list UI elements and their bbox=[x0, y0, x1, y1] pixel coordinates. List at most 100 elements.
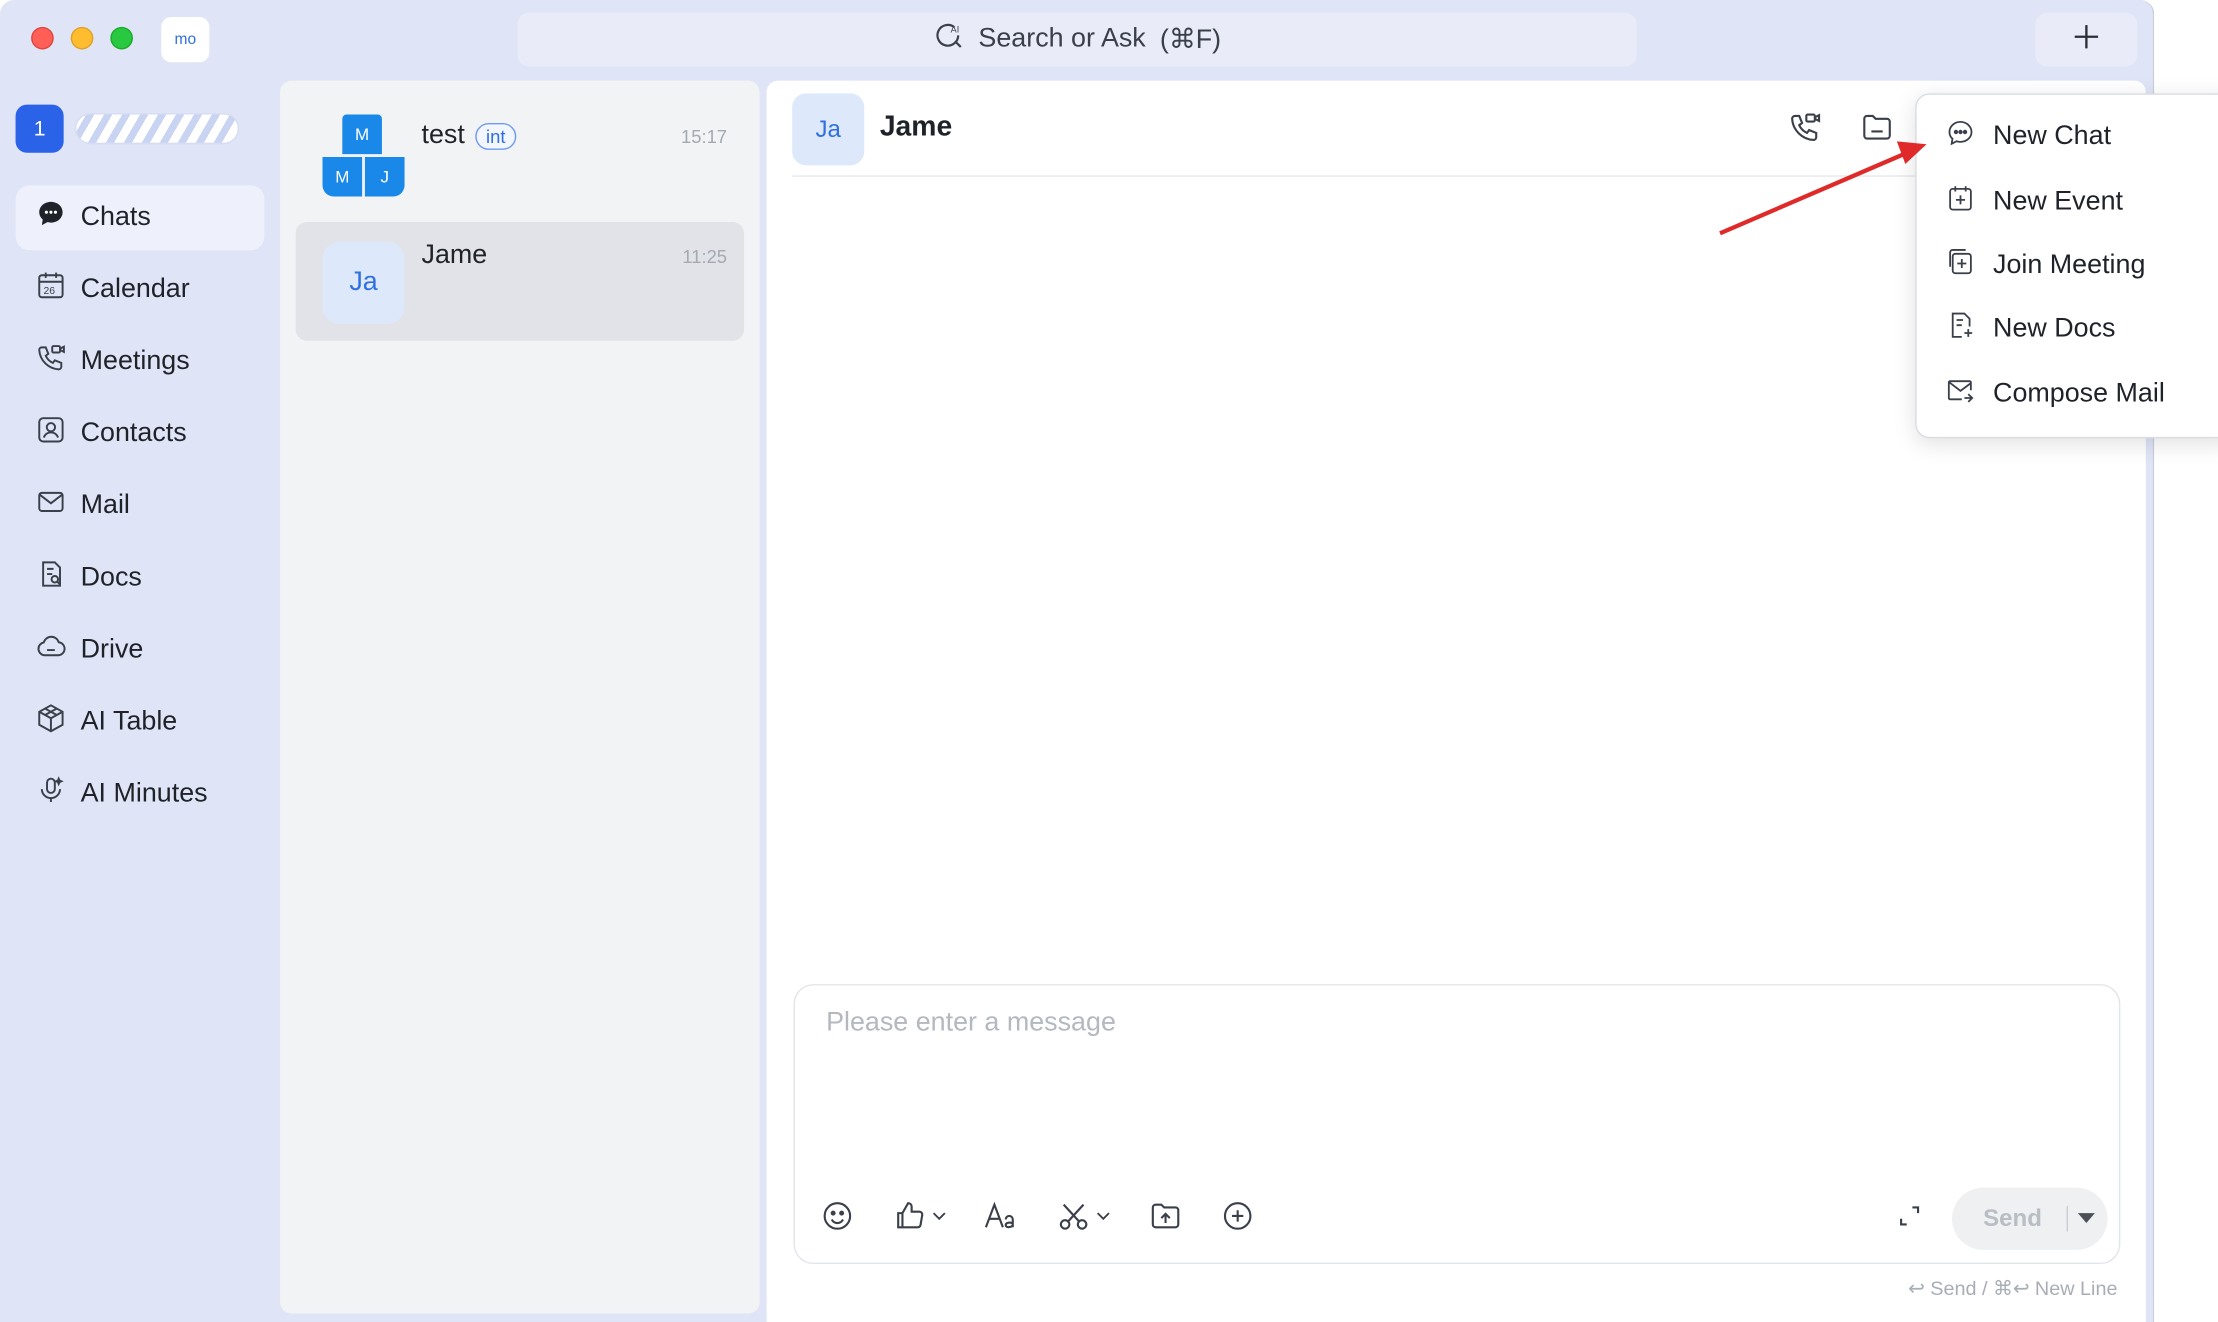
scissors-icon bbox=[1057, 1198, 1091, 1239]
create-new-button[interactable] bbox=[2035, 12, 2138, 67]
conversation-title[interactable]: Jame bbox=[880, 112, 952, 145]
chat-list-item-test[interactable]: M M J test int 15:17 bbox=[296, 106, 744, 225]
send-divider bbox=[2066, 1206, 2068, 1232]
docs-icon bbox=[35, 558, 66, 598]
message-input[interactable] bbox=[826, 1008, 2071, 1093]
folder-icon bbox=[1860, 110, 1894, 151]
chat-list-panel: M M J test int 15:17 Ja Jame 11:25 bbox=[280, 80, 760, 1314]
minimize-window-button[interactable] bbox=[70, 26, 94, 50]
drive-icon bbox=[35, 631, 66, 671]
menu-item-join-meeting[interactable]: Join Meeting bbox=[1917, 238, 2218, 295]
emoji-icon bbox=[820, 1198, 854, 1239]
calendar-icon: 26 bbox=[35, 270, 66, 310]
sidebar-item-label: Contacts bbox=[80, 418, 187, 449]
mail-icon bbox=[35, 486, 66, 526]
chat-name: Jame bbox=[422, 240, 488, 271]
plus-icon bbox=[2071, 21, 2102, 59]
send-button[interactable]: Send bbox=[1952, 1187, 2108, 1250]
sidebar-item-label: Chats bbox=[80, 202, 151, 232]
new-event-icon bbox=[1945, 182, 1976, 222]
keyboard-hint: ↩ Send / ⌘↩ New Line bbox=[1908, 1276, 2118, 1300]
group-avatar-cell: M bbox=[342, 114, 382, 155]
meetings-icon bbox=[35, 342, 66, 382]
reaction-button[interactable] bbox=[893, 1198, 948, 1240]
sidebar-item-label: Calendar bbox=[80, 274, 190, 304]
send-label: Send bbox=[1983, 1204, 2042, 1232]
chat-name: test int bbox=[422, 120, 517, 151]
sidebar-item-chats[interactable]: Chats bbox=[15, 185, 265, 251]
expand-composer-button[interactable] bbox=[1893, 1198, 1927, 1240]
ai-table-icon bbox=[35, 703, 66, 743]
redacted-user-name bbox=[74, 113, 240, 145]
files-button[interactable] bbox=[1857, 110, 1897, 150]
call-button[interactable] bbox=[1785, 110, 1825, 150]
sidebar-nav: Chats 26 Calendar Meetings Contacts Mail… bbox=[15, 185, 265, 834]
plus-circle-icon bbox=[1221, 1198, 1255, 1239]
text-format-icon bbox=[983, 1198, 1017, 1239]
more-actions-button[interactable] bbox=[1221, 1198, 1255, 1240]
ai-minutes-icon bbox=[35, 775, 66, 815]
user-profile[interactable]: 1 bbox=[15, 104, 240, 153]
app-window: mo AI Search or Ask (⌘F) 1 Chats 26 Cale… bbox=[0, 0, 2155, 1322]
new-docs-icon bbox=[1945, 310, 1976, 350]
sidebar-item-label: Drive bbox=[80, 634, 144, 665]
sidebar-item-label: AI Table bbox=[80, 706, 178, 737]
search-shortcut: (⌘F) bbox=[1159, 24, 1222, 55]
sidebar-item-contacts[interactable]: Contacts bbox=[16, 402, 265, 467]
search-bar[interactable]: AI Search or Ask (⌘F) bbox=[517, 12, 1637, 67]
join-meeting-icon bbox=[1945, 246, 1976, 286]
screenshot-button[interactable] bbox=[1057, 1198, 1112, 1240]
user-avatar[interactable]: 1 bbox=[15, 104, 64, 153]
menu-item-label: New Docs bbox=[1993, 313, 2116, 344]
chevron-down-icon bbox=[931, 1206, 948, 1231]
menu-item-label: New Event bbox=[1993, 186, 2123, 217]
menu-item-label: Join Meeting bbox=[1993, 250, 2146, 280]
chat-bubble-icon bbox=[35, 198, 66, 238]
sidebar-item-label: AI Minutes bbox=[80, 779, 208, 809]
sidebar-item-calendar[interactable]: 26 Calendar bbox=[16, 257, 265, 322]
chevron-down-icon bbox=[1095, 1206, 1112, 1231]
sidebar-item-label: Mail bbox=[80, 490, 130, 521]
sidebar-item-ai-minutes[interactable]: AI Minutes bbox=[16, 762, 265, 827]
phone-call-icon bbox=[1788, 110, 1822, 151]
menu-item-new-chat[interactable]: New Chat bbox=[1917, 109, 2218, 166]
compose-mail-icon bbox=[1945, 375, 1976, 415]
sidebar-item-ai-table[interactable]: AI Table bbox=[16, 690, 265, 755]
message-composer: Send bbox=[793, 984, 2121, 1265]
chat-time: 15:17 bbox=[681, 125, 728, 148]
internal-tag: int bbox=[474, 122, 517, 150]
expand-icon bbox=[1893, 1198, 1927, 1239]
menu-item-new-docs[interactable]: New Docs bbox=[1917, 301, 2218, 358]
caret-down-icon[interactable] bbox=[2077, 1213, 2095, 1224]
folder-upload-icon bbox=[1149, 1198, 1183, 1239]
menu-item-new-event[interactable]: New Event bbox=[1917, 174, 2218, 231]
sidebar-item-drive[interactable]: Drive bbox=[16, 618, 265, 683]
contacts-icon bbox=[35, 414, 66, 454]
group-avatar-cell: J bbox=[364, 156, 405, 197]
emoji-button[interactable] bbox=[820, 1198, 854, 1240]
new-chat-icon bbox=[1945, 117, 1976, 157]
menu-item-label: Compose Mail bbox=[1993, 378, 2165, 409]
upload-file-button[interactable] bbox=[1149, 1198, 1183, 1240]
menu-item-label: New Chat bbox=[1993, 121, 2112, 152]
svg-text:AI: AI bbox=[950, 25, 959, 35]
create-menu: New Chat New Event Join Meeting New Docs… bbox=[1915, 93, 2218, 439]
sidebar-item-docs[interactable]: Docs bbox=[16, 546, 265, 611]
sidebar-item-meetings[interactable]: Meetings bbox=[16, 329, 265, 394]
zoom-window-button[interactable] bbox=[110, 26, 133, 50]
thumbs-up-icon bbox=[893, 1198, 927, 1239]
workspace-badge[interactable]: mo bbox=[161, 16, 210, 63]
menu-item-compose-mail[interactable]: Compose Mail bbox=[1917, 366, 2218, 423]
chat-list-item-jame[interactable]: Ja Jame 11:25 bbox=[295, 221, 745, 341]
chat-title: Jame bbox=[421, 240, 488, 271]
chat-title: test bbox=[421, 120, 465, 150]
search-label: Search or Ask bbox=[978, 24, 1146, 54]
sidebar-item-mail[interactable]: Mail bbox=[16, 474, 265, 539]
ai-search-icon: AI bbox=[933, 20, 964, 60]
avatar[interactable]: Ja bbox=[792, 93, 865, 166]
close-window-button[interactable] bbox=[31, 26, 54, 50]
chat-time: 11:25 bbox=[682, 246, 728, 268]
text-format-button[interactable] bbox=[983, 1198, 1017, 1240]
group-avatar-cell: M bbox=[322, 156, 363, 197]
avatar: Ja bbox=[322, 241, 405, 324]
